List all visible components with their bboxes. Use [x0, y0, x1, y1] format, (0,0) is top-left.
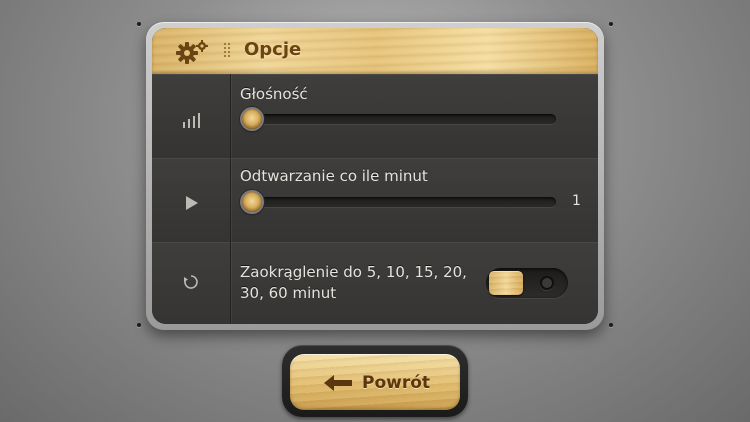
volume-label: Głośność: [240, 85, 308, 103]
page-title: Opcje: [244, 39, 302, 60]
rounding-label-line1: Zaokrąglenie do 5, 10, 15, 20,: [240, 263, 467, 281]
screw-bottom-left: [137, 323, 141, 327]
screw-top-right: [609, 22, 613, 26]
volume-row: Głośność: [152, 74, 598, 159]
play-interval-label: Odtwarzanie co ile minut: [240, 167, 428, 185]
play-icon: [186, 196, 198, 210]
signal-bars-icon: [183, 113, 200, 128]
grip-icon: [224, 43, 230, 57]
play-interval-value: 1: [572, 193, 581, 209]
back-button[interactable]: Powrót: [290, 354, 460, 410]
play-interval-slider-knob[interactable]: [242, 192, 262, 212]
rounding-label-line2: 30, 60 minut: [240, 284, 337, 302]
screw-top-left: [137, 22, 141, 26]
play-interval-row: Odtwarzanie co ile minut 1: [152, 158, 598, 243]
screw-bottom-right: [609, 323, 613, 327]
gear-icon: [176, 40, 208, 64]
volume-slider-knob[interactable]: [242, 109, 262, 129]
arrow-left-icon: [324, 375, 352, 391]
circle-arrow-icon: [184, 275, 198, 289]
rounding-toggle-thumb[interactable]: [489, 271, 523, 295]
volume-slider[interactable]: [242, 109, 556, 129]
play-icon-cell: [152, 158, 231, 242]
play-interval-slider[interactable]: [242, 192, 556, 212]
toggle-off-indicator-icon: [540, 276, 554, 290]
panel-header: Opcje: [152, 28, 598, 76]
volume-icon-cell: [152, 74, 231, 158]
options-panel: Opcje Głośność Odtwarzanie co ile minut …: [152, 28, 598, 324]
back-button-label: Powrót: [362, 373, 431, 393]
rounding-icon-cell: [152, 242, 231, 324]
rounding-row: Zaokrąglenie do 5, 10, 15, 20, 30, 60 mi…: [152, 242, 598, 324]
rounding-toggle[interactable]: [486, 268, 568, 298]
